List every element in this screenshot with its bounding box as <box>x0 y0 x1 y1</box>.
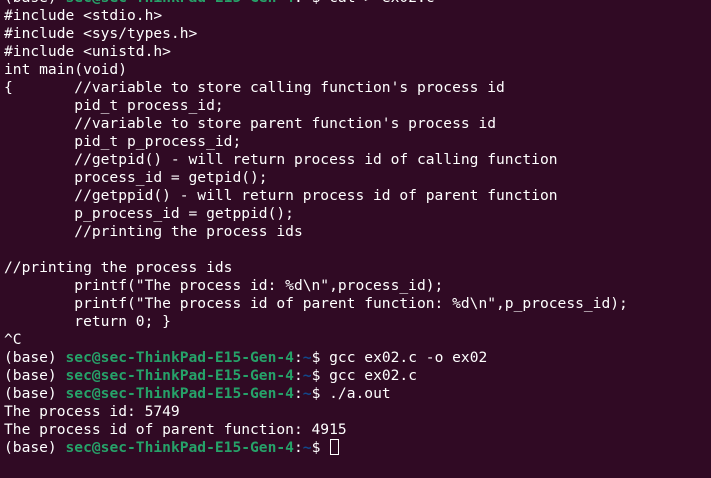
output-text: pid_t process_id; <box>4 97 224 114</box>
command-text: gcc ex02.c -o ex02 <box>329 349 488 366</box>
prompt-line: (base) sec@sec-ThinkPad-E15-Gen-4:~$ ./a… <box>4 385 628 403</box>
command-text: ./a.out <box>329 385 391 402</box>
output-text: //getpid() - will return process id of c… <box>4 151 558 168</box>
output-line: //printing the process ids <box>4 223 628 241</box>
output-line: { //variable to store calling function's… <box>4 79 628 97</box>
output-text: The process id: 5749 <box>4 403 180 420</box>
prompt-user-host: sec@sec-ThinkPad-E15-Gen-4 <box>66 0 294 6</box>
prompt-user-host: sec@sec-ThinkPad-E15-Gen-4 <box>65 349 294 366</box>
output-text: //getppid() - will return process id of … <box>4 187 558 204</box>
output-text: #include <stdio.h> <box>4 7 163 24</box>
output-text: //printing the process ids <box>4 259 233 276</box>
output-line: //variable to store parent function's pr… <box>4 115 628 133</box>
prompt-separator: : <box>294 0 303 6</box>
output-line: int main(void) <box>4 61 628 79</box>
command-text: cat > ex02.c <box>329 0 434 6</box>
prompt-env: (base) <box>4 0 66 6</box>
output-line: #include <sys/types.h> <box>4 25 628 43</box>
command-text: gcc ex02.c <box>329 367 418 384</box>
prompt-separator: : <box>293 349 303 366</box>
output-text: { //variable to store calling function's… <box>4 79 505 96</box>
prompt-user-host: sec@sec-ThinkPad-E15-Gen-4 <box>65 385 294 402</box>
output-text: #include <unistd.h> <box>4 43 171 60</box>
output-line: process_id = getpid(); <box>4 169 628 187</box>
output-text: p_process_id = getppid(); <box>4 205 294 222</box>
prompt-line: (base) sec@sec-ThinkPad-E15-Gen-4:~$ gcc… <box>4 367 628 385</box>
output-text: printf("The process id of parent functio… <box>4 295 628 312</box>
prompt-path: ~ <box>302 439 312 456</box>
prompt-user-host: sec@sec-ThinkPad-E15-Gen-4 <box>65 367 294 384</box>
output-line: printf("The process id: %d\n",process_id… <box>4 277 628 295</box>
prompt-separator: : <box>293 367 303 384</box>
prompt-separator: : <box>293 439 303 456</box>
prompt-env: (base) <box>4 367 66 384</box>
output-text: #include <sys/types.h> <box>4 25 198 42</box>
output-text: process_id = getpid(); <box>4 169 268 186</box>
output-line: #include <stdio.h> <box>4 7 628 25</box>
prompt-env: (base) <box>4 385 66 402</box>
prompt-symbol: $ <box>312 0 330 6</box>
output-line: pid_t p_process_id; <box>4 133 628 151</box>
terminal-output: (base) sec@sec-ThinkPad-E15-Gen-4:~$ cat… <box>4 0 628 457</box>
prompt-line: (base) sec@sec-ThinkPad-E15-Gen-4:~$ <box>4 439 628 457</box>
output-text: ^C <box>4 331 22 348</box>
cursor-block[interactable] <box>330 439 340 455</box>
prompt-line: (base) sec@sec-ThinkPad-E15-Gen-4:~$ cat… <box>4 0 628 7</box>
prompt-symbol: $ <box>311 385 330 402</box>
output-line: return 0; } <box>4 313 628 331</box>
prompt-path: ~ <box>302 367 312 384</box>
prompt-env: (base) <box>4 439 66 456</box>
prompt-symbol: $ <box>311 349 330 366</box>
prompt-user-host: sec@sec-ThinkPad-E15-Gen-4 <box>65 439 294 456</box>
output-text: //printing the process ids <box>4 223 303 240</box>
output-line: pid_t process_id; <box>4 97 628 115</box>
prompt-path: ~ <box>303 0 312 6</box>
output-line: printf("The process id of parent functio… <box>4 295 628 313</box>
prompt-path: ~ <box>302 385 312 402</box>
output-line: //getppid() - will return process id of … <box>4 187 628 205</box>
output-text: printf("The process id: %d\n",process_id… <box>4 277 444 294</box>
output-line: The process id of parent function: 4915 <box>4 421 628 439</box>
prompt-separator: : <box>293 385 303 402</box>
prompt-path: ~ <box>302 349 312 366</box>
prompt-symbol: $ <box>311 367 330 384</box>
output-line: //printing the process ids <box>4 259 628 277</box>
output-line: #include <unistd.h> <box>4 43 628 61</box>
output-text: return 0; } <box>4 313 171 330</box>
prompt-line: (base) sec@sec-ThinkPad-E15-Gen-4:~$ gcc… <box>4 349 628 367</box>
output-line: The process id: 5749 <box>4 403 628 421</box>
prompt-symbol: $ <box>311 439 330 456</box>
output-text: int main(void) <box>4 61 128 78</box>
output-text: The process id of parent function: 4915 <box>4 421 347 438</box>
output-line: ^C <box>4 331 628 349</box>
output-line: //getpid() - will return process id of c… <box>4 151 628 169</box>
prompt-env: (base) <box>4 349 66 366</box>
terminal-window[interactable]: (base) sec@sec-ThinkPad-E15-Gen-4:~$ cat… <box>0 0 711 478</box>
output-text: //variable to store parent function's pr… <box>4 115 497 132</box>
output-text: pid_t p_process_id; <box>4 133 242 150</box>
output-line: p_process_id = getppid(); <box>4 205 628 223</box>
